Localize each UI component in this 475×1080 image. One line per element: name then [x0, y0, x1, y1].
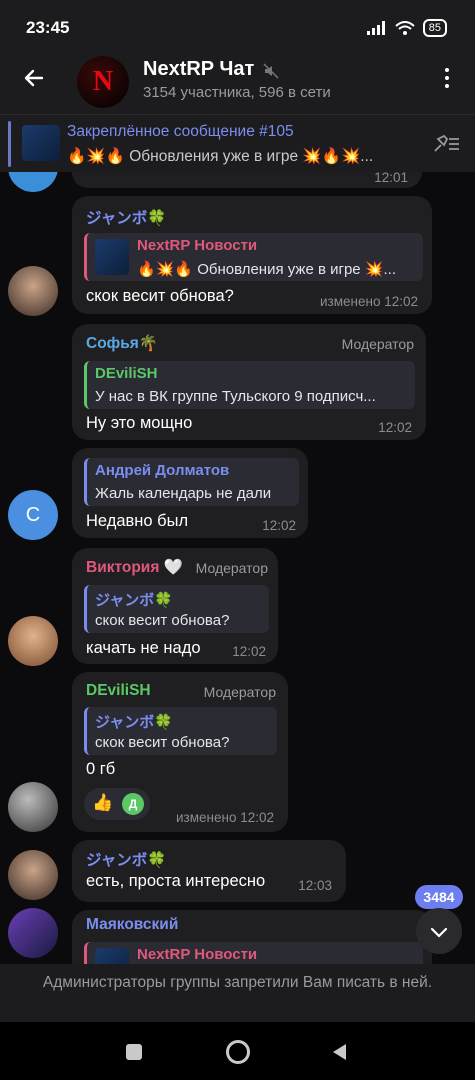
muted-icon: [263, 63, 279, 79]
signal-icon: [366, 21, 385, 35]
avatar[interactable]: [8, 266, 58, 316]
reply-text: У нас в ВК группе Тульского 9 подписч...: [95, 388, 376, 405]
reply-preview[interactable]: ジャンボ🍀 скок весит обнова?: [84, 707, 277, 755]
pinned-indicator: [8, 121, 11, 167]
message-time: 12:02: [232, 644, 266, 659]
message-bubble[interactable]: ジャンボ🍀 есть, проста интересно 12:03: [72, 840, 346, 902]
scroll-down-button[interactable]: [416, 908, 462, 954]
wifi-icon: [395, 21, 415, 35]
message-bubble[interactable]: 12:01: [72, 172, 422, 188]
reply-text: 🔥💥🔥 Обновления уже в игре 💥...: [137, 261, 396, 278]
reply-author: NextRP Новости: [137, 946, 258, 963]
write-disabled-notice: Администраторы группы запретили Вам писа…: [0, 964, 475, 1022]
author-name[interactable]: Маяковский: [86, 916, 178, 934]
message-bubble[interactable]: Софья🌴 Модератор DEviliSH У нас в ВК гру…: [72, 324, 426, 440]
message-time: 12:01: [374, 172, 408, 185]
reply-author: ジャンボ🍀: [95, 592, 173, 609]
message-text: скок весит обнова?: [86, 287, 234, 305]
message-time: 12:02: [378, 420, 412, 435]
message-bubble[interactable]: Виктория 🤍 Модератор ジャンボ🍀 скок весит об…: [72, 548, 278, 664]
message-list[interactable]: 12:01 ジャンボ🍀 NextRP Новости 🔥💥🔥 Обновлени…: [0, 172, 475, 964]
message-bubble[interactable]: DEviliSH Модератор ジャンボ🍀 скок весит обно…: [72, 672, 288, 832]
reply-preview[interactable]: DEviliSH У нас в ВК группе Тульского 9 п…: [84, 361, 415, 409]
unpin-list-icon[interactable]: [431, 133, 461, 155]
reply-preview[interactable]: NextRP Новости 🔥💥🔥 Обновления уже в игре…: [84, 233, 423, 281]
message-time: 12:03: [298, 878, 332, 893]
author-name[interactable]: DEviliSH: [86, 682, 151, 700]
message-text: Недавно был: [86, 512, 189, 530]
status-bar: 23:45 85: [0, 0, 475, 56]
reaction-chip[interactable]: 👍 Д: [84, 788, 150, 820]
pinned-title: Закреплённое сообщение #105: [67, 123, 294, 140]
message-text: качать не надо: [86, 639, 201, 657]
message-bubble[interactable]: ジャンボ🍀 NextRP Новости 🔥💥🔥 Обновления уже …: [72, 196, 432, 314]
avatar[interactable]: [8, 616, 58, 666]
pinned-thumbnail: [22, 125, 60, 161]
role-badge: Модератор: [341, 336, 414, 352]
author-name[interactable]: Виктория 🤍: [86, 558, 183, 577]
reply-preview[interactable]: Андрей Долматов Жаль календарь не дали: [84, 458, 299, 506]
message-bubble[interactable]: Маяковский NextRP Новости: [72, 910, 432, 964]
avatar[interactable]: [8, 850, 58, 900]
chat-header: N NextRP Чат 3154 участника, 596 в сети: [0, 56, 475, 114]
avatar[interactable]: [8, 782, 58, 832]
group-title[interactable]: NextRP Чат: [143, 58, 254, 81]
reactor-avatar: Д: [122, 793, 144, 815]
reply-author: DEviliSH: [95, 365, 158, 382]
more-menu-icon[interactable]: [437, 68, 457, 92]
author-name[interactable]: Софья🌴: [86, 334, 158, 353]
message-time: 12:02: [262, 518, 296, 533]
chevron-down-icon: [430, 927, 448, 938]
avatar[interactable]: С: [8, 490, 58, 540]
message-bubble[interactable]: Андрей Долматов Жаль календарь не дали Н…: [72, 448, 308, 538]
reply-author: ジャンボ🍀: [95, 714, 173, 731]
message-text: есть, проста интересно: [86, 872, 266, 890]
back-nav-icon[interactable]: [330, 1042, 348, 1062]
group-subtitle: 3154 участника, 596 в сети: [143, 84, 331, 101]
pinned-message[interactable]: Закреплённое сообщение #105 🔥💥🔥 Обновлен…: [0, 114, 475, 173]
reply-thumbnail: [95, 239, 129, 275]
reply-thumbnail: [95, 948, 129, 964]
message-time: изменено 12:02: [320, 294, 418, 309]
reply-text: Жаль календарь не дали: [95, 485, 272, 502]
reply-text: скок весит обнова?: [95, 612, 230, 629]
home-button[interactable]: [226, 1040, 250, 1064]
avatar[interactable]: [8, 172, 58, 192]
status-time: 23:45: [26, 18, 70, 37]
author-name[interactable]: ジャンボ🍀: [86, 848, 167, 870]
message-text: Ну это мощно: [86, 414, 193, 432]
pinned-text: 🔥💥🔥 Обновления уже в игре 💥🔥💥...: [67, 148, 374, 165]
battery-icon: 85: [422, 19, 447, 37]
status-icons: 85: [366, 19, 447, 37]
message-time: изменено 12:02: [176, 810, 274, 825]
system-nav-bar: [0, 1022, 475, 1080]
thumbs-up-icon: 👍: [92, 793, 114, 812]
notice-text: Администраторы группы запретили Вам писа…: [42, 974, 433, 991]
role-badge: Модератор: [195, 560, 268, 576]
message-text: 0 гб: [86, 760, 116, 778]
avatar[interactable]: [8, 908, 58, 958]
group-avatar[interactable]: N: [77, 56, 129, 108]
reply-author: NextRP Новости: [137, 237, 258, 254]
unread-count-badge: 3484: [415, 885, 463, 909]
role-badge: Модератор: [203, 684, 276, 700]
author-name[interactable]: ジャンボ🍀: [86, 206, 167, 228]
back-arrow-icon[interactable]: [22, 66, 46, 90]
reply-preview[interactable]: NextRP Новости: [84, 942, 423, 964]
reply-preview[interactable]: ジャンボ🍀 скок весит обнова?: [84, 585, 269, 633]
reply-text: скок весит обнова?: [95, 734, 230, 751]
recents-button[interactable]: [126, 1044, 142, 1060]
reply-author: Андрей Долматов: [95, 462, 230, 479]
